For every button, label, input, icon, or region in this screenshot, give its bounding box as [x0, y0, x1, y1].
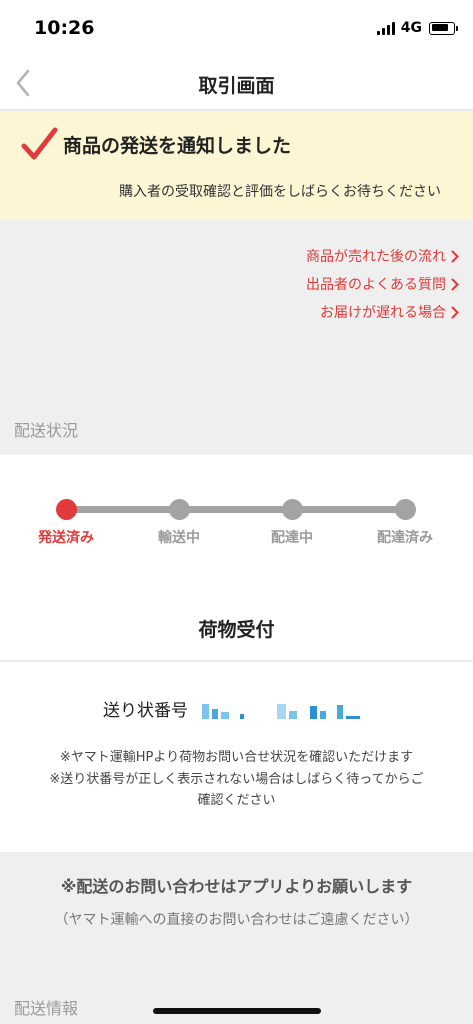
- status-indicators: 4G: [376, 20, 458, 36]
- link-seller-faq[interactable]: 出品者のよくある質問: [306, 274, 459, 294]
- inquiry-subtitle: （ヤマト運輸への直接のお問い合わせはご遠慮ください）: [54, 912, 419, 928]
- step-dot-shipped: [56, 499, 77, 520]
- notice-title: 商品の発送を通知しました: [63, 135, 292, 157]
- tracking-note-1: ※ヤマト運輸HPより荷物お問い合せ状況を確認いただけます: [59, 750, 414, 765]
- home-indicator: [153, 1008, 321, 1014]
- link-label: 商品が売れた後の流れ: [306, 249, 446, 265]
- progress-track: [66, 506, 406, 513]
- nav-bar: 取引画面: [0, 56, 473, 110]
- chevron-right-icon: [451, 250, 459, 262]
- notice-subtitle: 購入者の受取確認と評価をしばらくお待ちください: [119, 184, 441, 200]
- step-dot-out-for-delivery: [282, 499, 303, 520]
- step-dot-in-transit: [169, 499, 190, 520]
- signal-icon: [376, 21, 395, 35]
- chevron-right-icon: [451, 278, 459, 290]
- status-time: 10:26: [34, 17, 95, 39]
- link-label: お届けが遅れる場合: [320, 305, 446, 321]
- battery-icon: [429, 21, 458, 35]
- tracking-number-pixelated[interactable]: [202, 699, 360, 719]
- chevron-right-icon: [451, 306, 459, 318]
- link-delivery-delay[interactable]: お届けが遅れる場合: [320, 302, 459, 322]
- tracking-number-label: 送り状番号: [103, 701, 188, 721]
- status-bar: 10:26 4G: [0, 0, 473, 56]
- step-dot-delivered: [395, 499, 416, 520]
- checkmark-icon: [21, 127, 58, 160]
- shipping-status-label: 配送状況: [14, 421, 79, 440]
- link-after-sale-flow[interactable]: 商品が売れた後の流れ: [306, 246, 459, 266]
- shipment-notice-banner: [0, 111, 473, 220]
- tracking-number-row: 送り状番号: [103, 696, 360, 721]
- tracking-note-3: 確認ください: [197, 793, 276, 808]
- divider: [0, 660, 473, 662]
- step-label-out-for-delivery: 配達中: [271, 530, 313, 546]
- package-status-title: 荷物受付: [198, 619, 275, 641]
- step-label-shipped: 発送済み: [38, 530, 94, 546]
- page-title: 取引画面: [198, 75, 275, 97]
- inquiry-title: ※配送のお問い合わせはアプリよりお願いします: [60, 877, 413, 896]
- link-label: 出品者のよくある質問: [306, 277, 446, 293]
- shipping-info-label: 配送情報: [14, 999, 79, 1018]
- tracking-note-2: ※送り状番号が正しく表示されない場合はしばらく待ってからご: [49, 772, 424, 787]
- network-label: 4G: [400, 20, 422, 36]
- step-label-delivered: 配達済み: [377, 530, 433, 546]
- step-label-in-transit: 輸送中: [158, 530, 200, 546]
